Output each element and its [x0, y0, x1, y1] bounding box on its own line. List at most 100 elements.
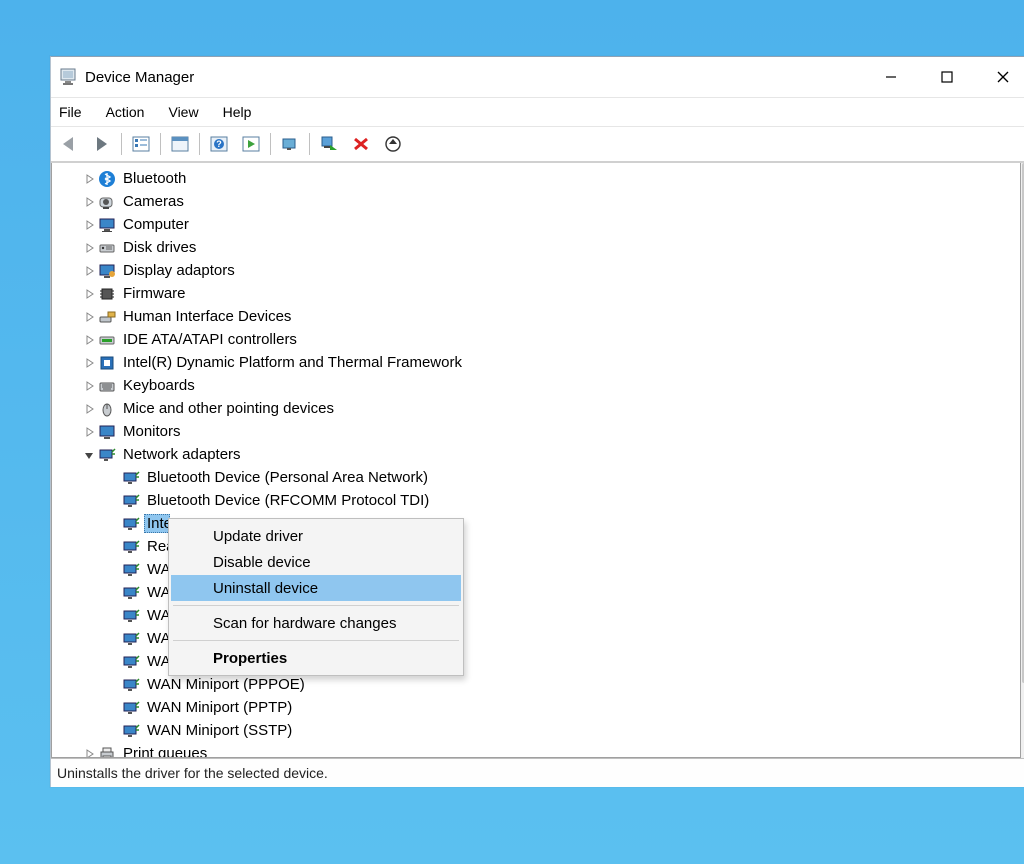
net-icon: [122, 653, 140, 671]
tree-item[interactable]: Computer: [80, 213, 1020, 236]
tree-item-label: WAN Miniport (PPPOE): [144, 676, 308, 693]
tree-item-label: Intel(R) Dual Band Wireless-AC 8265: [144, 514, 170, 533]
help-button[interactable]: ?: [204, 130, 234, 158]
tree-item-label: IDE ATA/ATAPI controllers: [120, 331, 300, 348]
expand-arrow-icon[interactable]: [80, 335, 98, 345]
tree-item[interactable]: Disk drives: [80, 236, 1020, 259]
menu-bar: File Action View Help: [51, 98, 1024, 127]
tree-item[interactable]: Bluetooth: [80, 167, 1020, 190]
show-hidden-button[interactable]: [275, 130, 305, 158]
tree-item-label: Bluetooth Device (Personal Area Network): [144, 469, 431, 486]
tree-item-label: Computer: [120, 216, 192, 233]
uninstall-button[interactable]: [346, 130, 376, 158]
net-icon: [122, 584, 140, 602]
tree-item[interactable]: Firmware: [80, 282, 1020, 305]
context-menu-separator: [173, 605, 459, 606]
ide-icon: [98, 331, 116, 349]
tree-item[interactable]: Human Interface Devices: [80, 305, 1020, 328]
tree-item[interactable]: Bluetooth Device (RFCOMM Protocol TDI): [104, 489, 1020, 512]
tree-item[interactable]: WAN Miniport (PPTP): [104, 696, 1020, 719]
netadapter-icon: [98, 446, 116, 464]
expand-arrow-icon[interactable]: [80, 358, 98, 368]
intel-icon: [98, 354, 116, 372]
tree-item[interactable]: Mice and other pointing devices: [80, 397, 1020, 420]
tree-item[interactable]: Cameras: [80, 190, 1020, 213]
tree-item-label: Display adaptors: [120, 262, 238, 279]
tree-item[interactable]: WAN Miniport (PPPOE): [104, 673, 1020, 696]
back-button[interactable]: [55, 130, 85, 158]
close-button[interactable]: [975, 57, 1024, 97]
expand-arrow-icon[interactable]: [80, 174, 98, 184]
context-menu-separator: [173, 640, 459, 641]
tree-item-label: WAN Miniport (Network Monitor): [144, 653, 170, 670]
action-details-button[interactable]: [236, 130, 266, 158]
menu-action[interactable]: Action: [106, 104, 145, 120]
net-icon: [122, 607, 140, 625]
expand-arrow-icon[interactable]: [80, 220, 98, 230]
status-text: Uninstalls the driver for the selected d…: [57, 765, 328, 781]
tree-item-label: WAN Miniport (L2TP): [144, 630, 170, 647]
camera-icon: [98, 193, 116, 211]
device-manager-icon: [59, 68, 77, 86]
tree-item-label: Human Interface Devices: [120, 308, 294, 325]
net-icon: [122, 515, 140, 533]
tree-item-label: Bluetooth: [120, 170, 189, 187]
tree-item-label: Print queues: [120, 745, 210, 758]
context-menu-item[interactable]: Scan for hardware changes: [171, 610, 461, 636]
context-menu-item[interactable]: Uninstall device: [171, 575, 461, 601]
expand-arrow-icon[interactable]: [80, 381, 98, 391]
svg-text:?: ?: [216, 139, 222, 149]
expand-arrow-icon[interactable]: [80, 243, 98, 253]
expand-arrow-icon[interactable]: [80, 427, 98, 437]
tree-item-label: WAN Miniport (PPTP): [144, 699, 295, 716]
minimize-button[interactable]: [863, 57, 919, 97]
tree-item[interactable]: Keyboards: [80, 374, 1020, 397]
expand-arrow-icon[interactable]: [80, 289, 98, 299]
context-menu-item[interactable]: Update driver: [171, 523, 461, 549]
tree-item-label: Realtek PCIe GBE Family Controller: [144, 538, 170, 555]
tree-item-label: WAN Miniport (IP): [144, 584, 170, 601]
net-icon: [122, 492, 140, 510]
context-menu[interactable]: Update driverDisable deviceUninstall dev…: [168, 518, 464, 676]
update-driver-button[interactable]: [378, 130, 408, 158]
firmware-icon: [98, 285, 116, 303]
monitor-icon: [98, 423, 116, 441]
expand-arrow-icon[interactable]: [80, 312, 98, 322]
net-icon: [122, 469, 140, 487]
net-icon: [122, 561, 140, 579]
context-menu-item[interactable]: Properties: [171, 645, 461, 671]
tree-item[interactable]: Intel(R) Dynamic Platform and Thermal Fr…: [80, 351, 1020, 374]
tree-item-label: Mice and other pointing devices: [120, 400, 337, 417]
tree-item-label: Cameras: [120, 193, 187, 210]
tree-item[interactable]: WAN Miniport (SSTP): [104, 719, 1020, 742]
tree-item-label: Disk drives: [120, 239, 199, 256]
maximize-button[interactable]: [919, 57, 975, 97]
printer-icon: [98, 745, 116, 759]
title-bar: Device Manager: [51, 57, 1024, 98]
menu-view[interactable]: View: [168, 104, 198, 120]
expand-arrow-icon[interactable]: [80, 197, 98, 207]
menu-file[interactable]: File: [59, 104, 82, 120]
scan-hardware-button[interactable]: [314, 130, 344, 158]
menu-help[interactable]: Help: [223, 104, 252, 120]
tree-item[interactable]: Monitors: [80, 420, 1020, 443]
expand-arrow-icon[interactable]: [80, 450, 98, 460]
tree-item[interactable]: Bluetooth Device (Personal Area Network): [104, 466, 1020, 489]
net-icon: [122, 538, 140, 556]
properties-button[interactable]: [165, 130, 195, 158]
window-title: Device Manager: [85, 69, 194, 86]
keyboard-icon: [98, 377, 116, 395]
tree-item[interactable]: Print queues: [80, 742, 1020, 758]
tree-item[interactable]: Display adaptors: [80, 259, 1020, 282]
show-all-devices-button[interactable]: [126, 130, 156, 158]
display-icon: [98, 262, 116, 280]
expand-arrow-icon[interactable]: [80, 404, 98, 414]
tree-item-label: Monitors: [120, 423, 184, 440]
context-menu-item[interactable]: Disable device: [171, 549, 461, 575]
expand-arrow-icon[interactable]: [80, 749, 98, 759]
tree-item[interactable]: IDE ATA/ATAPI controllers: [80, 328, 1020, 351]
forward-button[interactable]: [87, 130, 117, 158]
expand-arrow-icon[interactable]: [80, 266, 98, 276]
tree-item[interactable]: Network adapters: [80, 443, 1020, 466]
net-icon: [122, 676, 140, 694]
